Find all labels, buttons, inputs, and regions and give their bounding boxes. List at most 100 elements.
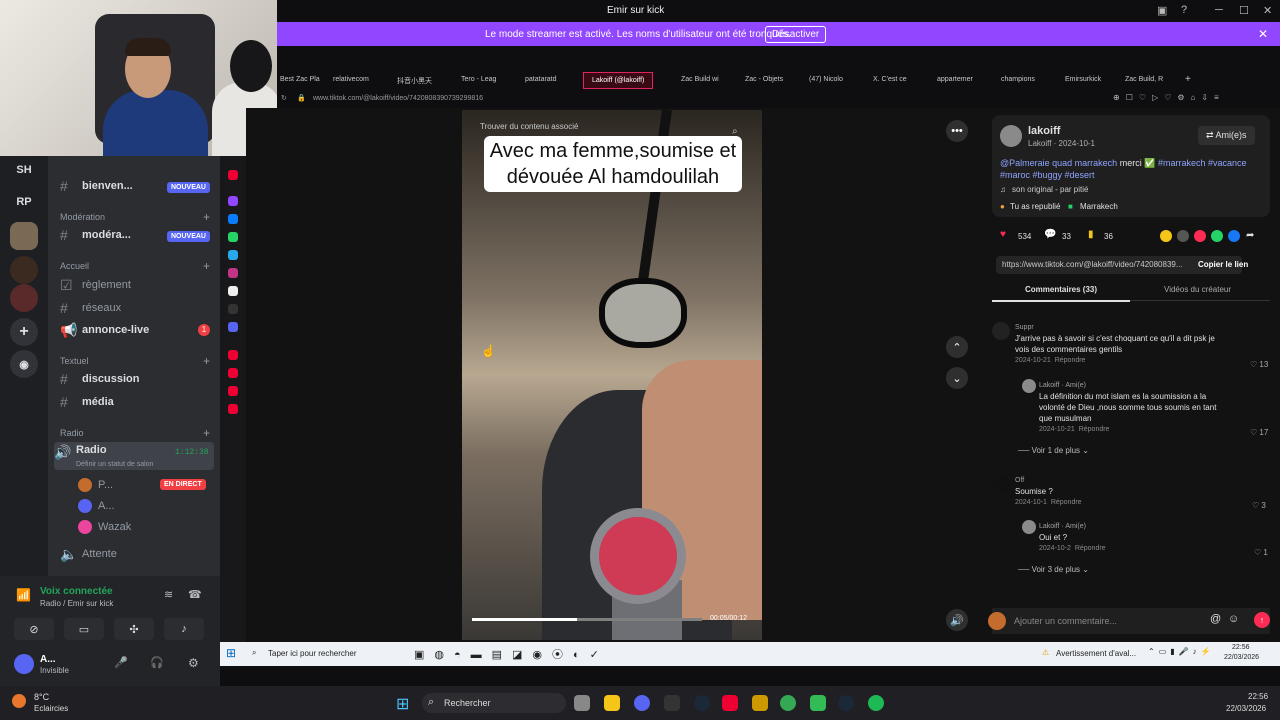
reply-button[interactable]: Répondre (1075, 545, 1106, 552)
address-bar[interactable]: ↻ 🔒 www.tiktok.com/@lakoiff/video/742080… (277, 90, 1280, 108)
share-arrow-icon[interactable]: ➦ (1246, 230, 1254, 241)
new-tab-icon[interactable]: + (1185, 74, 1191, 85)
show-more-replies[interactable]: ── Voir 3 de plus ⌄ (1018, 565, 1089, 574)
task-view-icon[interactable] (574, 695, 590, 711)
minimize-icon[interactable]: ─ (1215, 4, 1223, 16)
tab[interactable]: champions (1001, 76, 1035, 83)
mention-icon[interactable]: @ (1210, 613, 1221, 625)
camera-off-button[interactable]: ⊘ (14, 618, 54, 640)
post-username[interactable]: lakoiff (1028, 125, 1060, 137)
close-icon[interactable]: ✕ (1258, 27, 1268, 41)
maximize-icon[interactable]: ☐ (1239, 4, 1249, 17)
settings-gear-icon[interactable]: ⚙ (188, 656, 199, 670)
chrome-icon[interactable] (780, 695, 796, 711)
tiktok-icon[interactable] (228, 286, 238, 296)
server-sh[interactable]: SH (10, 156, 38, 184)
server-rp[interactable]: RP (10, 188, 38, 216)
voice-user[interactable]: Wazak (78, 518, 131, 536)
avatar[interactable] (1022, 379, 1036, 393)
app-icon[interactable] (228, 386, 238, 396)
soundboard-button[interactable]: ♪ (164, 618, 204, 640)
tab[interactable]: 抖音小黑天 (397, 76, 432, 86)
channel-item[interactable]: # discussion (60, 370, 139, 388)
alert-text[interactable]: Avertissement d'aval... (1056, 649, 1136, 658)
discord-icon[interactable] (228, 322, 238, 332)
embed-icon[interactable] (1177, 230, 1189, 242)
send-icon[interactable] (1194, 230, 1206, 242)
server-avatar[interactable] (10, 222, 38, 250)
close-icon[interactable]: ✕ (1263, 4, 1272, 17)
category-label[interactable]: Radio (60, 428, 84, 438)
chevron-up-icon[interactable]: ⌃ (946, 336, 968, 358)
friends-button[interactable]: ⇄ Ami(e)s (1198, 126, 1255, 145)
cast-icon[interactable]: ▣ (1157, 4, 1167, 17)
search-input[interactable]: Trouver du contenu associé (472, 118, 752, 134)
category-label[interactable]: Textuel (60, 356, 89, 366)
tab-creator-videos[interactable]: Vidéos du créateur (1164, 285, 1231, 294)
disconnect-icon[interactable]: ☎ (188, 588, 202, 601)
screen-share-button[interactable]: ▭ (64, 618, 104, 640)
plus-icon[interactable]: + (203, 354, 210, 368)
taskbar-apps[interactable]: ▣◍◓▬▤◪◉⦿◐✓ (414, 646, 609, 662)
weather-icon[interactable] (12, 694, 26, 708)
avatar[interactable] (992, 475, 1010, 493)
tab[interactable]: Zac Build, R (1125, 76, 1163, 83)
server-avatar[interactable] (10, 256, 38, 284)
app-icon[interactable] (228, 170, 238, 180)
channel-item[interactable]: # modéra... (60, 226, 131, 244)
tab[interactable]: relativecom (333, 76, 369, 83)
share-icon[interactable] (1160, 230, 1172, 242)
comment-like[interactable]: ♡ 3 (1252, 501, 1266, 510)
disable-streamer-button[interactable]: Désactiver (765, 26, 827, 43)
avatar[interactable] (992, 322, 1010, 340)
headphones-icon[interactable]: 🎧 (150, 656, 164, 669)
tab[interactable]: (47) Nicolo (809, 76, 843, 83)
windows-start-icon[interactable]: ⊞ (396, 694, 409, 714)
taskbar-search[interactable]: ⌕ Rechercher (422, 693, 566, 713)
channel-item[interactable]: ☑ règlement (60, 276, 131, 294)
comment-like[interactable]: ♡ 17 (1250, 428, 1268, 437)
plus-icon[interactable]: + (203, 210, 210, 224)
voice-channel-label[interactable]: Radio / Emir sur kick (40, 599, 113, 608)
whatsapp-icon[interactable] (1211, 230, 1223, 242)
mic-icon[interactable]: 🎤 (114, 656, 128, 669)
tab[interactable]: Zac Build wi (681, 76, 719, 83)
tab[interactable]: patataratd (525, 76, 557, 83)
category-label[interactable]: Modération (60, 212, 105, 222)
facebook-icon[interactable] (1228, 230, 1240, 242)
heart-icon[interactable]: ♥ (1000, 229, 1006, 240)
tab[interactable]: appartemer (937, 76, 973, 83)
help-icon[interactable]: ? (1181, 4, 1187, 16)
tab[interactable]: Tero - Leag (461, 76, 496, 83)
voice-channel[interactable]: 🔈 Attente (60, 545, 117, 563)
location-label[interactable]: Marrakech (1080, 202, 1118, 211)
plus-icon[interactable]: + (203, 426, 210, 440)
send-icon[interactable]: ↑ (1254, 612, 1270, 628)
reply-button[interactable]: Répondre (1079, 426, 1110, 433)
voice-user[interactable]: A... (78, 497, 115, 515)
avatar[interactable] (1000, 125, 1022, 147)
instagram-icon[interactable] (228, 268, 238, 278)
tab-active[interactable]: Lakoiff (@lakoiff) (583, 72, 654, 89)
x-icon[interactable] (228, 304, 238, 314)
channel-item[interactable]: # média (60, 393, 114, 411)
comment-input[interactable]: Ajouter un commentaire... (1014, 616, 1117, 626)
bookmark-icon[interactable]: ▮ (1088, 229, 1094, 240)
more-options-icon[interactable]: ••• (946, 120, 968, 142)
twitch-icon[interactable] (228, 196, 238, 206)
emoji-icon[interactable]: ☺ (1228, 613, 1239, 625)
comment-like[interactable]: ♡ 13 (1250, 360, 1268, 369)
activities-button[interactable]: ✣ (114, 618, 154, 640)
server-avatar[interactable] (10, 284, 38, 312)
tab[interactable]: X. C'est ce (873, 76, 907, 83)
telegram-icon[interactable] (228, 250, 238, 260)
reply-button[interactable]: Répondre (1055, 357, 1086, 364)
comment-like[interactable]: ♡ 1 (1254, 548, 1268, 557)
app-icon[interactable] (664, 695, 680, 711)
video-player[interactable]: Trouver du contenu associé ⌕ Avec ma fem… (462, 110, 762, 640)
tab[interactable]: Zac - Objets (745, 76, 783, 83)
app-icon[interactable] (810, 695, 826, 711)
app-icon[interactable] (752, 695, 768, 711)
app-icon[interactable] (228, 368, 238, 378)
tab[interactable]: Emirsurkick (1065, 76, 1101, 83)
